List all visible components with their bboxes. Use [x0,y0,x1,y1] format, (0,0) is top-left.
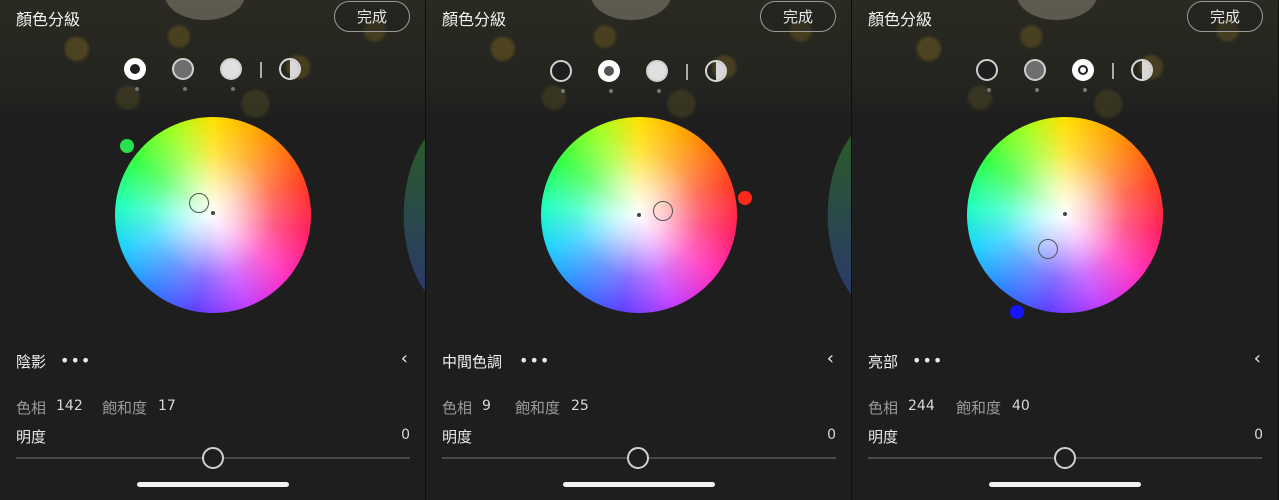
wheel-handle[interactable] [189,193,209,213]
luminance-label: 明度 [442,428,473,446]
shadows-mode-icon[interactable] [124,58,146,91]
hue-label: 色相 [442,399,473,417]
midtones-mode-icon[interactable] [598,60,620,93]
mode-divider [1112,63,1114,79]
chevron-left-icon[interactable]: ‹ [1254,348,1261,369]
section-title: 陰影 [16,353,47,371]
panel-title: 顏色分級 [868,10,933,29]
more-options-icon[interactable]: ••• [60,351,91,370]
midtones-mode-icon[interactable] [1024,59,1046,92]
saturation-label: 飽和度 [956,399,1002,417]
wheel-handle[interactable] [653,201,673,221]
midtones-mode-icon[interactable] [172,58,194,91]
done-button[interactable]: 完成 [334,1,410,32]
hue-indicator-dot[interactable] [1010,305,1024,319]
shadows-mode-icon[interactable] [976,59,998,92]
blend-balance-icon[interactable] [1131,59,1153,81]
done-button[interactable]: 完成 [760,1,836,32]
luminance-slider-thumb[interactable] [202,447,224,469]
home-indicator [137,482,289,487]
luminance-value: 0 [401,427,410,443]
luminance-label: 明度 [868,428,899,446]
luminance-slider-thumb[interactable] [1054,447,1076,469]
section-title: 亮部 [868,353,899,371]
blend-balance-icon[interactable] [279,58,301,80]
color-wheel[interactable] [115,117,311,313]
saturation-label: 飽和度 [515,399,561,417]
saturation-value: 25 [571,398,589,414]
mode-divider [260,62,262,78]
luminance-label: 明度 [16,428,47,446]
hue-value: 244 [908,398,935,414]
hue-label: 色相 [16,399,47,417]
saturation-label: 飽和度 [102,399,148,417]
chevron-left-icon[interactable]: ‹ [827,348,834,369]
luminance-value: 0 [827,427,836,443]
hue-label: 色相 [868,399,899,417]
panel-title: 顏色分級 [442,10,507,29]
color-grading-panel-shadows: 顏色分級 完成 陰影 ••• ‹ 色相 142 飽和度 17 明度 0 [0,0,426,500]
more-options-icon[interactable]: ••• [519,351,550,370]
hue-value: 9 [482,398,491,414]
highlights-mode-icon[interactable] [1072,59,1094,92]
color-grading-panel-highlights: 顏色分級 完成 亮部 ••• ‹ 色相 244 飽和度 40 明度 0 [852,0,1279,500]
mode-divider [686,64,688,80]
wheel-center-dot [1063,212,1067,216]
wheel-center-dot [211,211,215,215]
blend-balance-icon[interactable] [705,60,727,82]
highlights-mode-icon[interactable] [220,58,242,91]
luminance-lens [403,137,426,293]
wheel-center-dot [637,213,641,217]
luminance-lens [827,136,852,294]
color-grading-panel-midtones: 顏色分級 完成 中間色調 ••• ‹ 色相 9 飽和度 25 明度 0 [426,0,852,500]
luminance-slider-thumb[interactable] [627,447,649,469]
hue-indicator-dot[interactable] [120,139,134,153]
section-title: 中間色調 [442,353,503,371]
hue-value: 142 [56,398,83,414]
saturation-value: 17 [158,398,176,414]
hue-indicator-dot[interactable] [738,191,752,205]
home-indicator [989,482,1141,487]
more-options-icon[interactable]: ••• [912,351,943,370]
done-button[interactable]: 完成 [1187,1,1263,32]
luminance-value: 0 [1254,427,1263,443]
wheel-handle[interactable] [1038,239,1058,259]
shadows-mode-icon[interactable] [550,60,572,93]
highlights-mode-icon[interactable] [646,60,668,93]
chevron-left-icon[interactable]: ‹ [401,348,408,369]
home-indicator [563,482,715,487]
saturation-value: 40 [1012,398,1030,414]
panel-title: 顏色分級 [16,10,81,29]
